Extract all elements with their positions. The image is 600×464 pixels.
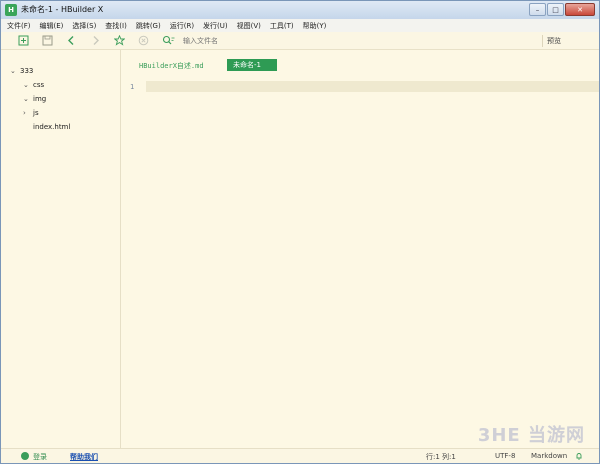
folder-js[interactable]: js — [33, 109, 39, 117]
toolbar: 预览 — [1, 32, 599, 50]
forward-icon[interactable] — [90, 35, 101, 46]
save-icon[interactable] — [42, 35, 53, 46]
project-root[interactable]: 333 — [20, 67, 33, 75]
chevron-down-icon[interactable]: ⌄ — [23, 95, 29, 103]
search-icon[interactable] — [162, 35, 175, 46]
tab-readme[interactable]: HBuilderX自述.md — [139, 61, 204, 71]
menu-bar: 文件(F) 编辑(E) 选择(S) 查找(I) 跳转(G) 运行(R) 发行(U… — [1, 19, 599, 32]
menu-find[interactable]: 查找(I) — [105, 21, 127, 31]
cursor-position[interactable]: 行:1 列:1 — [426, 452, 456, 462]
help-us-link[interactable]: 帮助我们 — [70, 452, 98, 462]
project-explorer: ⌄ 333 ⌄ css ⌄ img › js index.html — [1, 50, 121, 448]
chevron-down-icon[interactable]: ⌄ — [23, 81, 29, 89]
current-line-highlight — [146, 81, 599, 92]
minimize-button[interactable]: – — [529, 3, 546, 16]
menu-select[interactable]: 选择(S) — [72, 21, 96, 31]
encoding-indicator[interactable]: UTF-8 — [495, 452, 515, 460]
editor-area[interactable]: HBuilderX自述.md 未命名-1 1 — [122, 50, 599, 448]
menu-help[interactable]: 帮助(Y) — [303, 21, 327, 31]
tab-untitled[interactable]: 未命名-1 — [227, 59, 277, 71]
app-window: H 未命名-1 - HBuilder X – □ ✕ 文件(F) 编辑(E) 选… — [0, 0, 600, 464]
folder-css[interactable]: css — [33, 81, 44, 89]
status-bar: 登录 帮助我们 行:1 列:1 UTF-8 Markdown — [1, 448, 599, 463]
new-file-icon[interactable] — [18, 35, 29, 46]
watermark: 3HE 当游网 — [477, 425, 585, 446]
menu-file[interactable]: 文件(F) — [7, 21, 31, 31]
hbuilder-logo-icon: H — [5, 4, 17, 16]
menu-goto[interactable]: 跳转(G) — [136, 21, 161, 31]
window-title: 未命名-1 - HBuilder X — [21, 5, 104, 14]
user-icon[interactable] — [21, 452, 29, 460]
language-mode[interactable]: Markdown — [531, 452, 567, 460]
menu-tools[interactable]: 工具(T) — [270, 21, 294, 31]
login-link[interactable]: 登录 — [33, 452, 47, 462]
line-number: 1 — [130, 83, 135, 91]
window-controls: – □ ✕ — [529, 3, 595, 16]
title-bar: H 未命名-1 - HBuilder X – □ ✕ — [1, 1, 599, 19]
chevron-down-icon[interactable]: ⌄ — [10, 67, 16, 75]
stop-icon[interactable] — [138, 35, 149, 46]
file-index-html[interactable]: index.html — [33, 123, 70, 131]
file-search-input[interactable] — [183, 35, 333, 46]
maximize-button[interactable]: □ — [547, 3, 564, 16]
chevron-right-icon[interactable]: › — [23, 109, 26, 117]
menu-edit[interactable]: 编辑(E) — [40, 21, 64, 31]
close-button[interactable]: ✕ — [565, 3, 595, 16]
back-icon[interactable] — [66, 35, 77, 46]
menu-view[interactable]: 视图(V) — [237, 21, 261, 31]
toolbar-divider — [542, 35, 543, 47]
menu-run[interactable]: 运行(R) — [170, 21, 194, 31]
folder-img[interactable]: img — [33, 95, 46, 103]
favorite-star-icon[interactable] — [113, 34, 126, 46]
notification-bell-icon[interactable] — [575, 452, 583, 462]
preview-button[interactable]: 预览 — [547, 36, 561, 46]
menu-publish[interactable]: 发行(U) — [203, 21, 228, 31]
